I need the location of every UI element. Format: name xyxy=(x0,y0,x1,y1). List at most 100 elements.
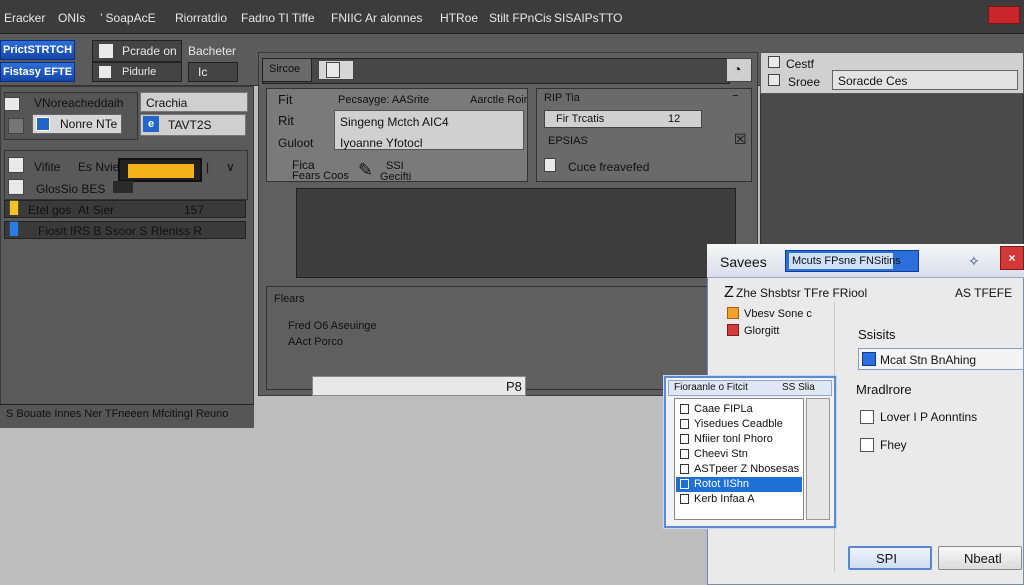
frame-icon xyxy=(544,158,556,172)
vifie-label: Vifite xyxy=(34,160,61,174)
dialog-sub-scrollbar[interactable] xyxy=(806,398,830,520)
blue-button-1[interactable]: PrictSTRTCH xyxy=(0,40,75,60)
menu-item-eracker[interactable]: Eracker xyxy=(4,11,45,25)
mid-row4-d: Gecifti xyxy=(380,171,412,183)
left-header-2-label: Crachia xyxy=(146,96,188,110)
list-item-icon xyxy=(680,434,689,444)
list-item-label: Caae FIPLa xyxy=(694,403,753,415)
opt2-icon xyxy=(727,324,739,336)
list-item-icon xyxy=(680,494,689,504)
mid-row1-c: Aarctle Roir xyxy=(470,94,528,106)
mid-item-1[interactable]: Fred O6 Aseuinge xyxy=(288,320,377,332)
tool-icon xyxy=(8,179,24,195)
section1-icon xyxy=(862,352,876,366)
left-row-1-right: 157 xyxy=(184,203,205,217)
dialog-sub-title-right: SS Slia xyxy=(782,382,815,393)
menu-item-soapace[interactable]: ’ SoapAcE xyxy=(100,11,156,25)
left-row-1-mid: At Sier xyxy=(78,203,115,217)
list-item[interactable]: ASTpeer Z Nbosesas xyxy=(676,462,802,477)
list-item-icon xyxy=(680,464,689,474)
nore-label: Nonre NTe xyxy=(60,117,118,131)
mid-bottom-input[interactable] xyxy=(312,376,526,396)
mid-row2-b: Singeng Mctch AIC4 xyxy=(340,115,449,129)
blue-button-2[interactable]: Fistasy EFTE xyxy=(0,62,75,82)
opt4-checkbox[interactable] xyxy=(860,438,874,452)
cues-label: Cuce freavefed xyxy=(568,160,650,174)
right-panel-title: Cestf xyxy=(786,57,815,71)
grid-icon xyxy=(768,74,780,86)
menu-item-fadno[interactable]: Fadno TI Tiffe xyxy=(241,11,315,25)
doc-small-icon xyxy=(326,62,340,78)
toolbar-tab-ic[interactable] xyxy=(188,62,238,82)
list-item-label: Yisedues Ceadble xyxy=(694,418,783,430)
list-item[interactable]: Cheevi Stn xyxy=(676,447,802,462)
left-header-label: VNoreacheddaih xyxy=(34,96,124,110)
toolbar-label-bacheter: Bacheter xyxy=(188,44,237,58)
right-panel-sub: Sroee xyxy=(788,75,821,89)
glosso-label: GlosSio BES xyxy=(36,182,106,196)
menu-item-htroe[interactable]: HTRoe xyxy=(440,11,478,25)
close-x-icon[interactable]: ☒ xyxy=(734,131,747,148)
menu-item-riorratdio[interactable]: Riorratdio xyxy=(175,11,227,25)
dialog-opt-2[interactable]: Glorgitt xyxy=(744,325,779,337)
opt3-checkbox[interactable] xyxy=(860,410,874,424)
mid-row3-a: Guloot xyxy=(278,136,314,150)
lock-icon: ◔ xyxy=(733,61,742,77)
list-item-label: Cheevi Stn xyxy=(694,448,748,460)
menu-item-stilt[interactable]: Stilt FPnCis xyxy=(489,11,552,25)
mid-row4-b: Fears Coos xyxy=(292,170,349,182)
dialog-main-heading-icon: Z xyxy=(724,284,734,301)
right-panel-field-label: Soracde Ces xyxy=(838,74,908,88)
list-item-label: Nfiier tonl Phoro xyxy=(694,433,773,445)
layer-icon xyxy=(4,97,20,111)
mid-row3-b: Iyoanne Yfotocl xyxy=(340,136,423,150)
pencil-icon[interactable]: ✎ xyxy=(358,160,373,181)
canvas-area xyxy=(296,188,736,278)
window-close-button[interactable] xyxy=(988,6,1020,24)
chevron-icon[interactable]: ∨ xyxy=(226,160,235,174)
mid-row2-a: Rit xyxy=(278,113,294,128)
list-item[interactable]: Yisedues Ceadble xyxy=(676,417,802,432)
rip-label: RIP Tia xyxy=(544,92,580,104)
dialog-main-title: Savees xyxy=(720,254,767,270)
menu-item-onis[interactable]: ONIs xyxy=(58,11,85,25)
list-item[interactable]: Kerb Infaa A xyxy=(676,492,802,507)
dialog-opt-1[interactable]: Vbesv Sone c xyxy=(744,308,812,320)
menu-item-sisaipstto[interactable]: SISAIPsTTO xyxy=(554,11,622,25)
list-item-label: Kerb Infaa A xyxy=(694,493,755,505)
list-item-label: ASTpeer Z Nbosesas xyxy=(694,463,800,475)
list-item-icon xyxy=(680,419,689,429)
mid-title: Sircoe xyxy=(269,63,301,75)
dialog-main-close[interactable]: × xyxy=(1000,246,1024,270)
right-top-field-1-val: 12 xyxy=(668,113,681,125)
menu-item-fniic[interactable]: FNIIC Ar alonnes xyxy=(331,11,422,25)
toolbar-tab-pcrade-label: Pcrade on xyxy=(122,44,177,58)
mid-item-2[interactable]: AAct Porco xyxy=(288,336,343,348)
list-item[interactable]: Nfiier tonl Phoro xyxy=(676,432,802,447)
doc-icon xyxy=(8,157,24,173)
tays-label: TAVT2S xyxy=(168,118,212,132)
dialog-opt-4: Fhey xyxy=(880,438,907,452)
toolbar-tab-pidurle-label: Pidurle xyxy=(122,66,157,78)
status-text: S Bouate Innes Ner TFneeen MfcitingI Reu… xyxy=(6,408,229,420)
left-row-2-label: Fiosit IRS B Ssoor S Rleniss R xyxy=(38,224,203,238)
settings-icon[interactable]: ✧ xyxy=(968,253,980,270)
collapse-icon[interactable]: − xyxy=(732,90,738,102)
list-item[interactable]: Rotot IIShn xyxy=(676,477,802,492)
dialog-main-title-input-text: Mcuts FPsne FNSitins xyxy=(792,255,901,267)
dialog-section-2: Mradlrore xyxy=(856,382,912,397)
toolbar-tab-ic-label: Ic xyxy=(198,65,208,79)
dialog-cancel-label: Nbeatl xyxy=(964,551,1002,566)
progress-fill xyxy=(128,164,194,178)
dialog-main-heading-right: AS TFEFE xyxy=(955,286,1013,300)
left-row-1-dot: ▉ xyxy=(10,201,20,215)
left-row-2-dot: ▉ xyxy=(10,222,20,236)
list-item-icon xyxy=(680,479,689,489)
window-icon xyxy=(98,43,114,59)
dialog-ok-label: SPI xyxy=(876,551,897,566)
dialog-opt-3: Lover I P Aonntins xyxy=(880,410,978,424)
dialog-section-1-input-text: Mcat Stn BnAhing xyxy=(880,353,977,367)
blue-square-icon xyxy=(36,117,50,131)
mid-row1-b: Pecsayge: AASrite xyxy=(338,94,430,106)
list-item[interactable]: Caae FIPLa xyxy=(676,402,802,417)
